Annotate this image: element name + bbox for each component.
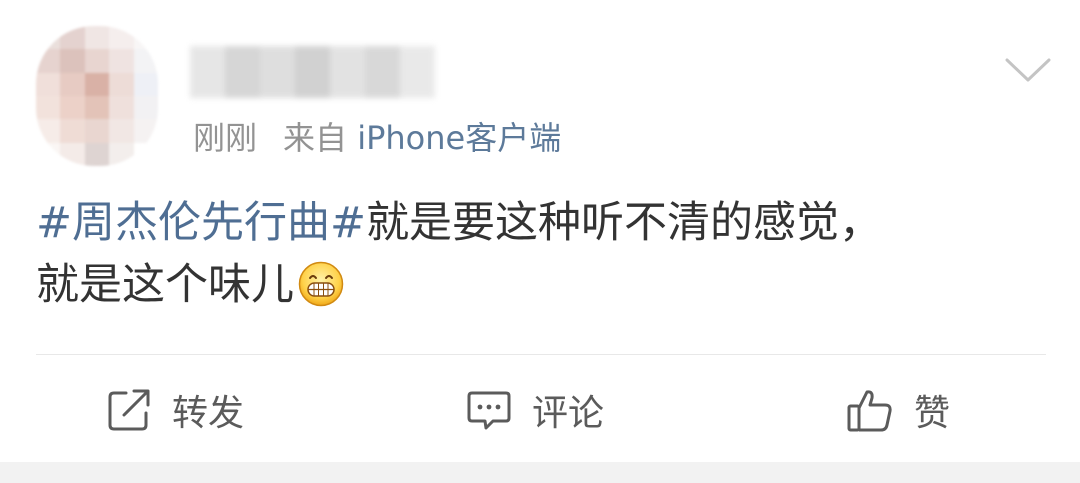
comment-bubble-icon	[467, 391, 511, 430]
feed-separator	[0, 462, 1080, 483]
post-time: 刚刚	[193, 119, 258, 157]
like-label: 赞	[914, 393, 951, 434]
avatar[interactable]	[36, 26, 158, 166]
share-out-icon	[108, 389, 150, 431]
like-button[interactable]: 赞	[846, 380, 950, 440]
weibo-post-card: 刚刚 来自 iPhone客户端 #周杰伦先行曲#就是要这种听不清的感觉， 就是这个…	[0, 0, 1080, 462]
post-text-line1: 就是要这种听不清的感觉，	[366, 198, 883, 248]
source-prefix: 来自	[283, 119, 348, 157]
username-blurred[interactable]	[190, 46, 435, 98]
thumbs-up-icon	[847, 390, 892, 432]
topic-hashtag-link[interactable]: #周杰伦先行曲#	[36, 198, 366, 248]
post-meta: 刚刚 来自 iPhone客户端	[193, 116, 561, 160]
comment-button[interactable]: 评论	[466, 380, 604, 440]
repost-button[interactable]: 转发	[106, 380, 244, 440]
repost-label: 转发	[172, 393, 245, 434]
source-app-link[interactable]: iPhone客户端	[357, 119, 561, 157]
post-text-line2: 就是这个味儿	[36, 260, 294, 310]
comment-label: 评论	[532, 393, 605, 434]
grinning-face-emoji-icon	[298, 261, 344, 307]
chevron-down-icon[interactable]	[1004, 55, 1052, 85]
post-body: #周杰伦先行曲#就是要这种听不清的感觉， 就是这个味儿	[36, 192, 1046, 316]
divider	[36, 354, 1046, 355]
